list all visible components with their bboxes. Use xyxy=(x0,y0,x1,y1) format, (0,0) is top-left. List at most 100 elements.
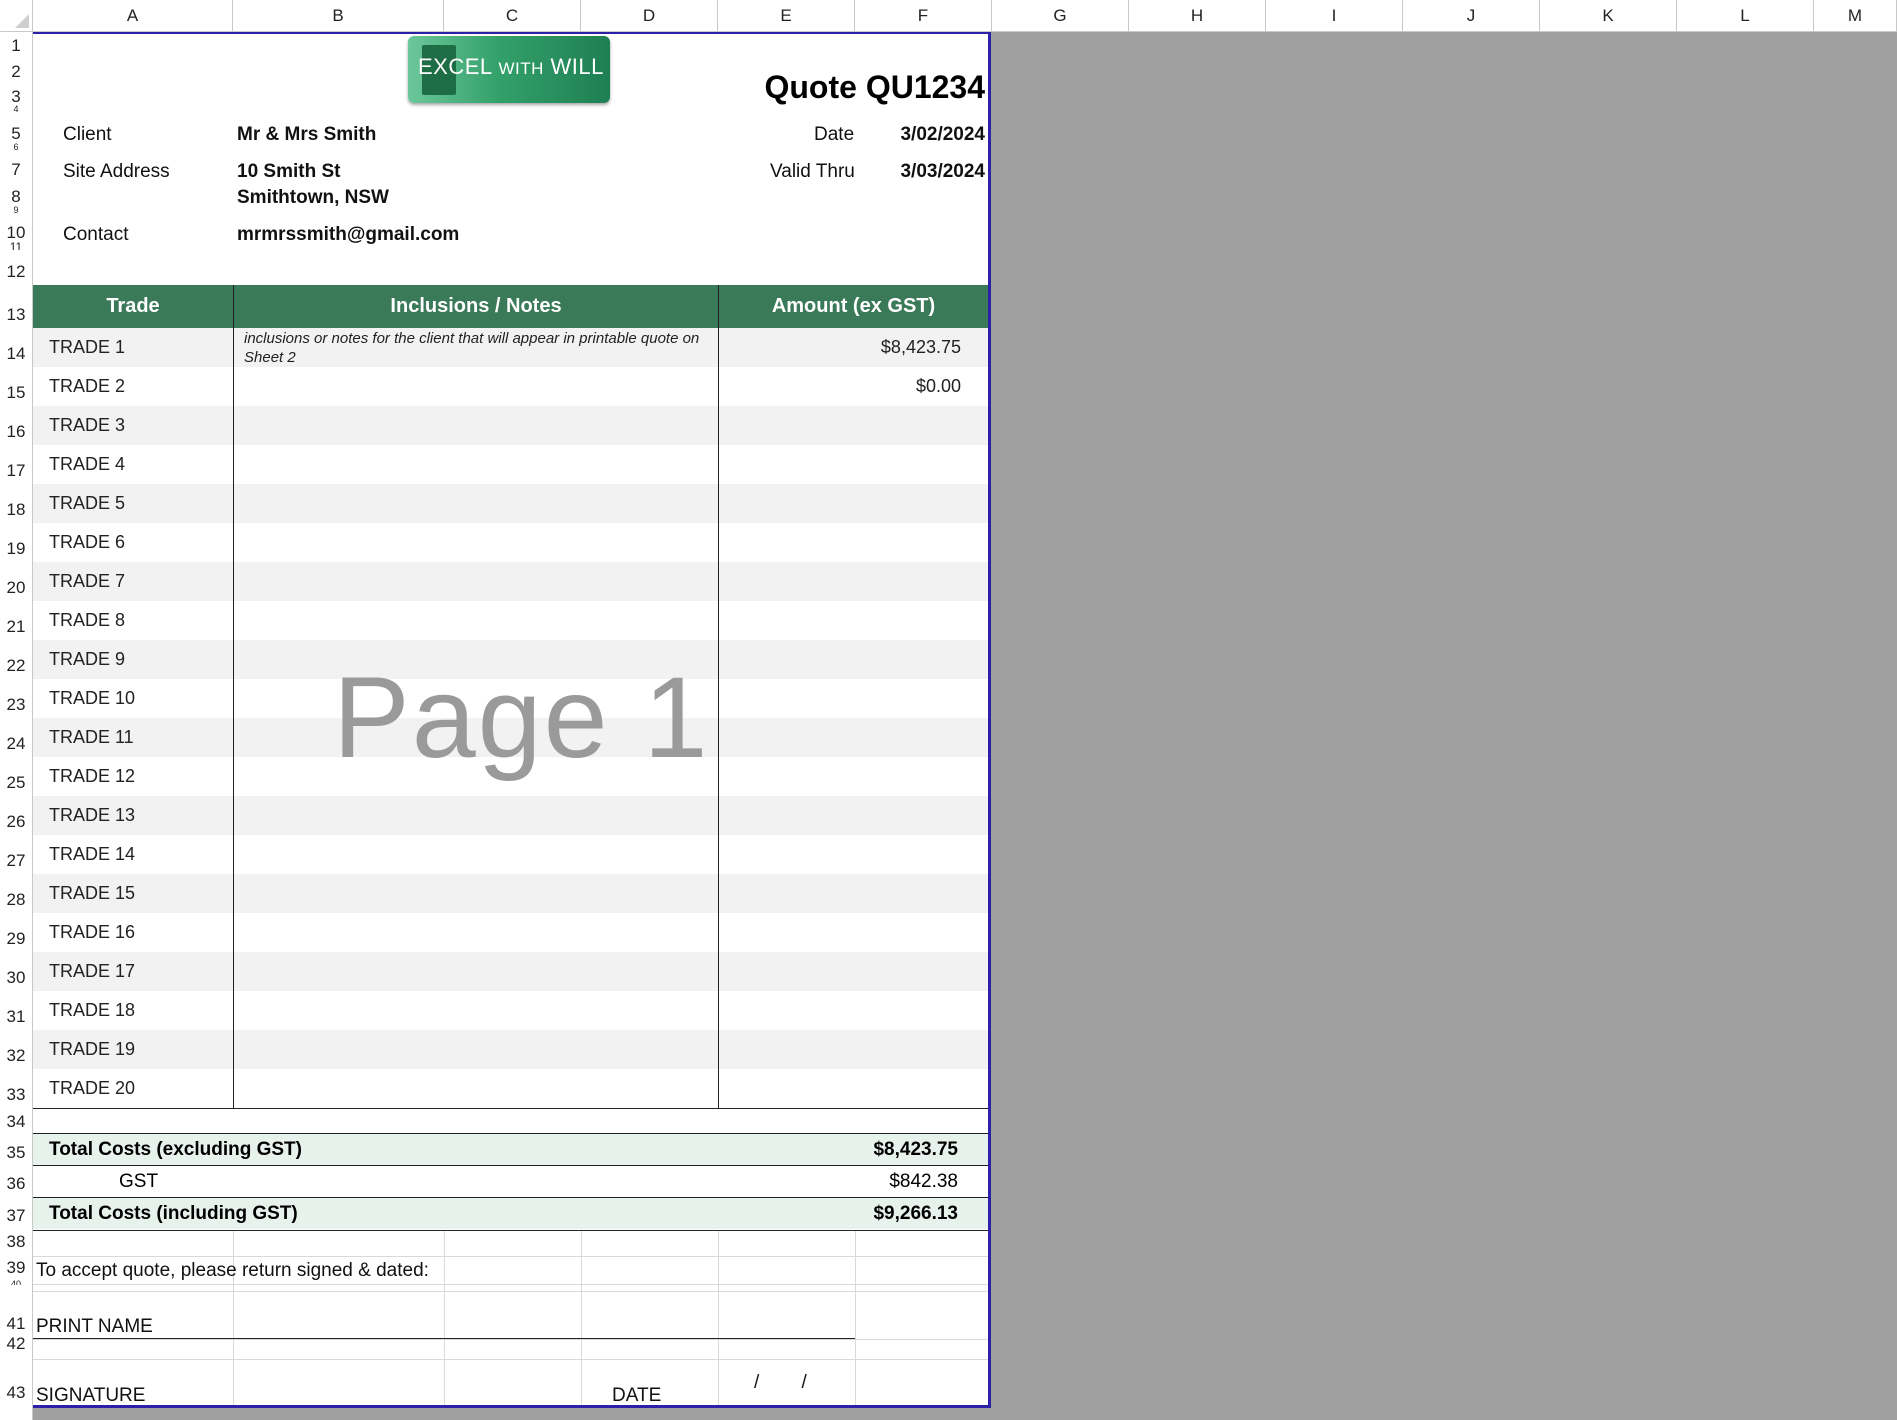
row-header[interactable]: 2 xyxy=(0,62,32,82)
trade-name-cell[interactable]: TRADE 14 xyxy=(49,844,135,865)
row-header[interactable]: 28 xyxy=(0,890,32,910)
site-address-line1[interactable]: 10 Smith St xyxy=(237,161,340,183)
trade-name-cell[interactable]: TRADE 8 xyxy=(49,610,125,631)
column-header-e[interactable]: E xyxy=(718,0,855,32)
row-header[interactable]: 13 xyxy=(0,305,32,325)
select-all-corner[interactable] xyxy=(0,0,33,32)
trade-name-cell[interactable]: TRADE 11 xyxy=(49,727,134,748)
row-header[interactable]: 14 xyxy=(0,344,32,364)
row-header[interactable]: 32 xyxy=(0,1046,32,1066)
column-header-c[interactable]: C xyxy=(444,0,581,32)
row-header[interactable]: 27 xyxy=(0,851,32,871)
trade-name-cell[interactable]: TRADE 20 xyxy=(49,1078,135,1099)
print-name-line[interactable] xyxy=(33,1338,855,1339)
row-header[interactable]: 4 xyxy=(0,104,32,112)
row-header[interactable]: 8 xyxy=(0,187,32,207)
table-row: TRADE 16 xyxy=(33,913,988,952)
row-header[interactable]: 16 xyxy=(0,422,32,442)
trade-name-cell[interactable]: TRADE 15 xyxy=(49,883,135,904)
row-header[interactable]: 34 xyxy=(0,1112,32,1132)
trade-name-cell[interactable]: TRADE 13 xyxy=(49,805,135,826)
row-header[interactable]: 36 xyxy=(0,1174,32,1194)
notes-cell[interactable]: inclusions or notes for the client that … xyxy=(244,329,704,367)
header-notes[interactable]: Inclusions / Notes xyxy=(234,285,718,328)
row-header[interactable]: 1 xyxy=(0,36,32,56)
row-header[interactable]: 12 xyxy=(0,262,32,282)
row-header[interactable]: 41 xyxy=(0,1314,32,1334)
header-trade[interactable]: Trade xyxy=(33,285,233,328)
row-header[interactable]: 17 xyxy=(0,461,32,481)
row-header[interactable]: 26 xyxy=(0,812,32,832)
column-header-l[interactable]: L xyxy=(1677,0,1814,32)
date-sign-label: DATE xyxy=(612,1385,662,1406)
row-header[interactable]: 11 xyxy=(0,240,32,250)
trade-name-cell[interactable]: TRADE 12 xyxy=(49,766,135,787)
trade-name-cell[interactable]: TRADE 18 xyxy=(49,1000,135,1021)
trade-name-cell[interactable]: TRADE 4 xyxy=(49,454,125,475)
row-header[interactable]: 35 xyxy=(0,1143,32,1163)
column-header-a[interactable]: A xyxy=(33,0,233,32)
trade-name-cell[interactable]: TRADE 5 xyxy=(49,493,125,514)
row-header[interactable]: 38 xyxy=(0,1232,32,1252)
valid-thru-value[interactable]: 3/03/2024 xyxy=(900,161,985,183)
client-value[interactable]: Mr & Mrs Smith xyxy=(237,124,376,146)
trade-name-cell[interactable]: TRADE 3 xyxy=(49,415,125,436)
column-header-b[interactable]: B xyxy=(233,0,444,32)
row-header[interactable]: 24 xyxy=(0,734,32,754)
column-header-i[interactable]: I xyxy=(1266,0,1403,32)
row-header[interactable]: 15 xyxy=(0,383,32,403)
row-header[interactable]: 25 xyxy=(0,773,32,793)
column-header-d[interactable]: D xyxy=(581,0,718,32)
column-header-k[interactable]: K xyxy=(1540,0,1677,32)
row-header[interactable]: 31 xyxy=(0,1007,32,1027)
date-slashes[interactable]: / / xyxy=(754,1372,807,1394)
row-header[interactable]: 30 xyxy=(0,968,32,988)
row-header[interactable]: 6 xyxy=(0,142,32,150)
accept-instruction: To accept quote, please return signed & … xyxy=(36,1260,429,1281)
row-header[interactable]: 43 xyxy=(0,1383,32,1403)
table-row: TRADE 17 xyxy=(33,952,988,991)
header-amount[interactable]: Amount (ex GST) xyxy=(719,285,988,328)
gst-value[interactable]: $842.38 xyxy=(889,1171,958,1193)
date-value[interactable]: 3/02/2024 xyxy=(900,124,985,146)
trade-name-cell[interactable]: TRADE 2 xyxy=(49,376,125,397)
trade-name-cell[interactable]: TRADE 1 xyxy=(49,337,125,358)
quote-title: Quote QU1234 xyxy=(764,69,985,105)
row-header[interactable]: 20 xyxy=(0,578,32,598)
row-header[interactable]: 5 xyxy=(0,124,32,144)
trade-name-cell[interactable]: TRADE 6 xyxy=(49,532,125,553)
column-header-f[interactable]: F xyxy=(855,0,992,32)
trade-name-cell[interactable]: TRADE 7 xyxy=(49,571,125,592)
total-excl-value[interactable]: $8,423.75 xyxy=(873,1139,958,1161)
row-header[interactable]: 18 xyxy=(0,500,32,520)
row-header[interactable]: 40 xyxy=(0,1279,32,1285)
column-header-j[interactable]: J xyxy=(1403,0,1540,32)
gridline xyxy=(33,1284,988,1285)
total-incl-value[interactable]: $9,266.13 xyxy=(873,1203,958,1225)
row-header[interactable]: 19 xyxy=(0,539,32,559)
row-header[interactable]: 33 xyxy=(0,1085,32,1105)
trade-name-cell[interactable]: TRADE 16 xyxy=(49,922,135,943)
trade-name-cell[interactable]: TRADE 19 xyxy=(49,1039,135,1060)
trade-name-cell[interactable]: TRADE 17 xyxy=(49,961,135,982)
column-header-m[interactable]: M xyxy=(1814,0,1897,32)
amount-cell[interactable]: $8,423.75 xyxy=(881,337,961,358)
row-header[interactable]: 39 xyxy=(0,1258,32,1278)
row-header[interactable]: 29 xyxy=(0,929,32,949)
column-header-g[interactable]: G xyxy=(992,0,1129,32)
trade-name-cell[interactable]: TRADE 9 xyxy=(49,649,125,670)
site-address-line2[interactable]: Smithtown, NSW xyxy=(237,187,389,209)
row-header[interactable]: 21 xyxy=(0,617,32,637)
row-header[interactable]: 22 xyxy=(0,656,32,676)
amount-cell[interactable]: $0.00 xyxy=(916,376,961,397)
total-excl-label: Total Costs (excluding GST) xyxy=(49,1139,302,1160)
row-header[interactable]: 42 xyxy=(0,1334,32,1354)
column-header-h[interactable]: H xyxy=(1129,0,1266,32)
row-header[interactable]: 7 xyxy=(0,160,32,180)
row-header[interactable]: 37 xyxy=(0,1206,32,1226)
trade-name-cell[interactable]: TRADE 10 xyxy=(49,688,135,709)
contact-value[interactable]: mrmrssmith@gmail.com xyxy=(237,224,459,246)
table-row: TRADE 15 xyxy=(33,874,988,913)
row-header[interactable]: 23 xyxy=(0,695,32,715)
row-header[interactable]: 9 xyxy=(0,205,32,213)
